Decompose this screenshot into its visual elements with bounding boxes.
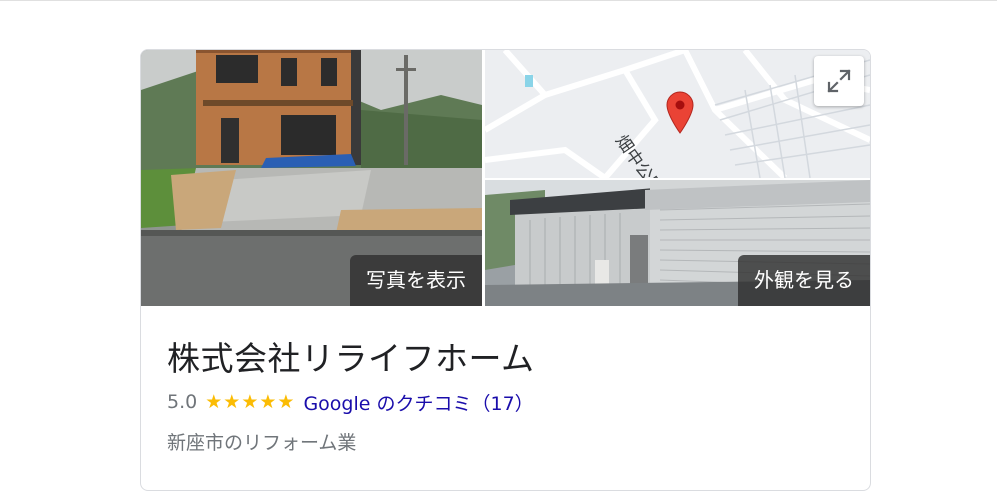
- star-icon: ★: [259, 391, 277, 413]
- view-exterior-button[interactable]: 外観を見る: [738, 255, 870, 306]
- view-photos-button[interactable]: 写真を表示: [350, 255, 482, 306]
- business-category: 新座市のリフォーム業: [167, 432, 357, 454]
- business-name: 株式会社リライフホーム: [167, 339, 535, 378]
- map-thumbnail[interactable]: 畑中公民: [485, 50, 870, 178]
- star-icon: ★: [277, 391, 295, 413]
- star-icon: ★: [223, 391, 241, 413]
- house-photo[interactable]: 写真を表示: [141, 50, 482, 306]
- google-reviews-link[interactable]: Google のクチコミ（17）: [303, 389, 533, 416]
- star-rating: ★ ★ ★ ★ ★: [205, 391, 295, 413]
- business-profile-card: 写真を表示 畑中公民 外観を見る 株式会社リライフホーム 5.0 ★ ★ ★ ★…: [140, 49, 871, 491]
- expand-map-button[interactable]: [814, 56, 864, 106]
- star-icon: ★: [241, 391, 259, 413]
- star-icon: ★: [205, 391, 223, 413]
- rating-row: 5.0 ★ ★ ★ ★ ★ Google のクチコミ（17）: [167, 389, 534, 415]
- street-view-thumbnail[interactable]: 外観を見る: [485, 180, 870, 306]
- top-divider: [0, 0, 997, 1]
- rating-value: 5.0: [167, 391, 198, 413]
- location-pin-icon: [666, 91, 694, 134]
- expand-arrows-icon: [827, 69, 851, 93]
